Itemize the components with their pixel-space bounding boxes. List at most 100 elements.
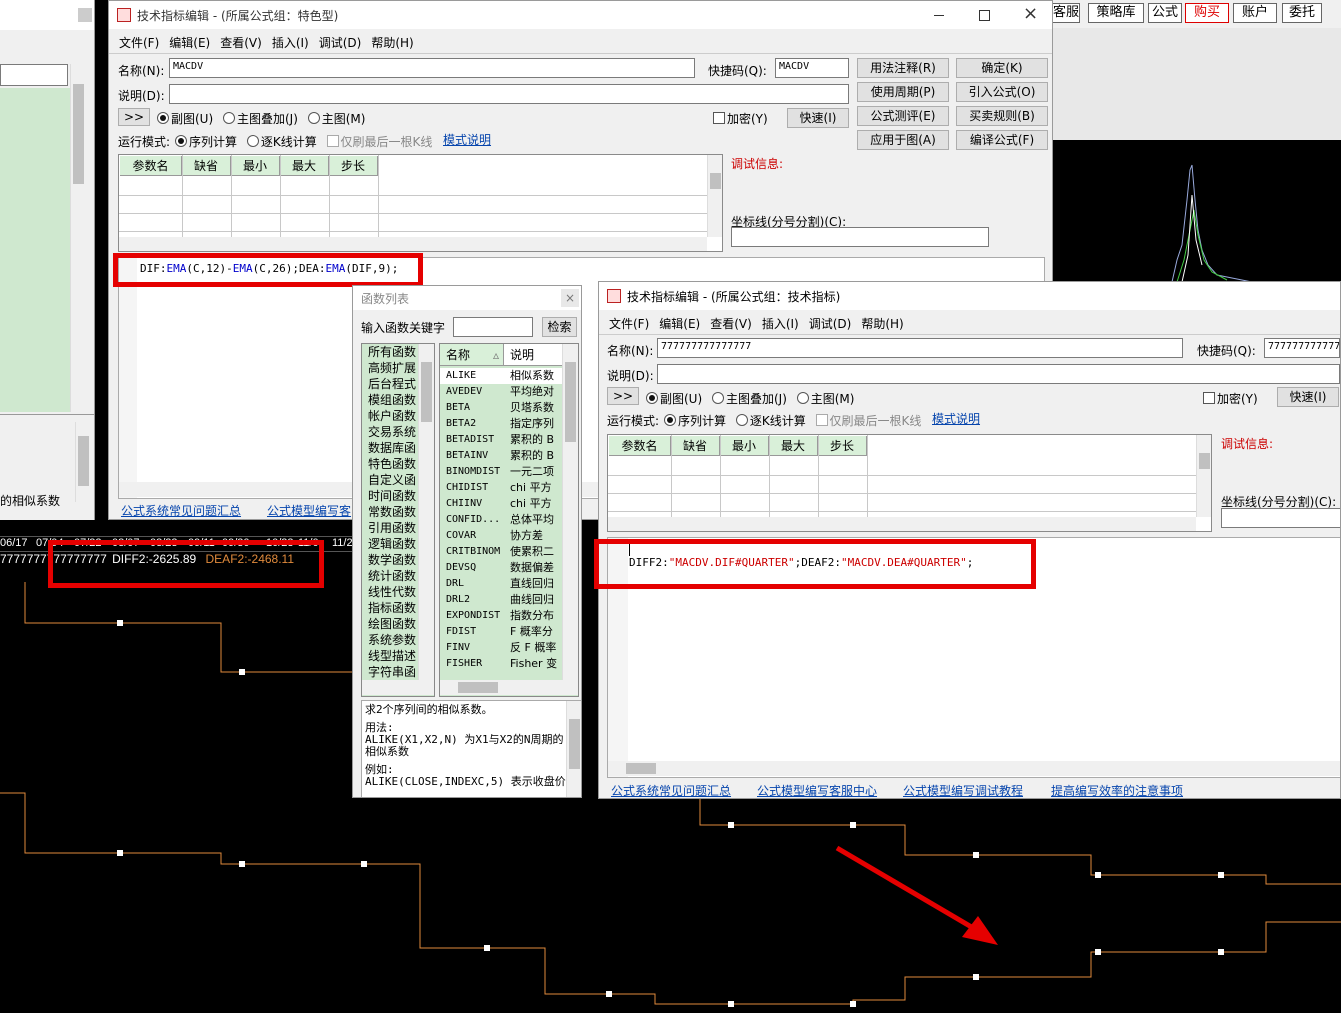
ok-button[interactable]: 确定(K)	[956, 58, 1048, 78]
refresh-last-checkbox[interactable]: 仅刷最后一根K线	[326, 135, 432, 149]
function-desc: 使累积二	[510, 545, 554, 558]
toolbar-button[interactable]: 客服	[1052, 3, 1080, 23]
desc-label: 说明(D):	[118, 89, 165, 103]
function-name: FISHER	[446, 658, 483, 669]
radio-kline-calc[interactable]: 逐K线计算	[735, 414, 806, 428]
function-row[interactable]: DRL2 曲线回归	[440, 592, 562, 608]
function-table[interactable]: 名称 ▵ 说明 ALIKE 相似系数 AVEDEV 平均绝对 BETA 贝塔系数 BETA2 指…	[439, 343, 579, 697]
function-desc: 相似系数	[510, 369, 554, 382]
name-input[interactable]: 777777777777777	[657, 338, 1183, 358]
code2-highlight-box	[594, 539, 1036, 589]
col-desc-header[interactable]: 说明	[504, 344, 562, 366]
menu-file[interactable]: 文件(F)	[609, 315, 649, 332]
radio-sequence-calc[interactable]: 序列计算	[175, 135, 237, 149]
function-row[interactable]: FDIST F 概率分	[440, 624, 562, 640]
function-row[interactable]: ALIKE 相似系数	[440, 368, 562, 384]
expand-button[interactable]: >>	[118, 108, 150, 126]
left-input[interactable]	[0, 64, 68, 86]
radio-main[interactable]: 主图(M)	[307, 112, 365, 126]
axis-lines-input[interactable]	[1221, 508, 1340, 528]
menu-view[interactable]: 查看(V)	[710, 315, 752, 332]
category-list[interactable]: 所有函数 高频扩展 后台程式 模组函数 帐户函数 交易系统 数据库函 特色函数 自定义函 时间函数…	[361, 343, 435, 697]
function-row[interactable]: BETAINV 累积的 B	[440, 448, 562, 464]
left-green-list[interactable]	[0, 88, 70, 412]
footer-link-efficiency[interactable]: 提高编写效率的注意事项	[1051, 782, 1183, 798]
function-row[interactable]: CHIDIST chi 平方	[440, 480, 562, 496]
function-desc: 指定序列	[510, 417, 554, 430]
import-formula-button[interactable]: 引入公式(O)	[956, 82, 1048, 102]
function-row[interactable]: FISHER Fisher 变	[440, 656, 562, 672]
function-row[interactable]: BETADIST 累积的 B	[440, 432, 562, 448]
desc-input[interactable]	[657, 364, 1340, 384]
function-row[interactable]: CRITBINOM 使累积二	[440, 544, 562, 560]
footer-link-service[interactable]: 公式模型编写客	[267, 502, 351, 519]
toolbar-button[interactable]: 公式	[1148, 3, 1182, 23]
mode-help-link[interactable]: 模式说明	[443, 131, 491, 148]
function-list-close-icon[interactable]: ×	[561, 289, 579, 307]
encrypt-checkbox[interactable]: 加密(Y)	[713, 110, 768, 127]
refresh-last-checkbox[interactable]: 仅刷最后一根K线	[815, 414, 921, 428]
usage-notes-button[interactable]: 用法注释(R)	[857, 58, 949, 78]
radio-subchart[interactable]: 副图(U)	[646, 392, 702, 406]
use-period-button[interactable]: 使用周期(P)	[857, 82, 949, 102]
col-name-header[interactable]: 名称 ▵	[440, 344, 504, 366]
footer-link-service[interactable]: 公式模型编写客服中心	[757, 782, 877, 798]
radio-main-overlay[interactable]: 主图叠加(J)	[222, 112, 298, 126]
encrypt-checkbox[interactable]: 加密(Y)	[1203, 390, 1258, 407]
expand-button[interactable]: >>	[607, 387, 639, 405]
function-row[interactable]: BETA2 指定序列	[440, 416, 562, 432]
menu-debug[interactable]: 调试(D)	[809, 315, 852, 332]
menu-file[interactable]: 文件(F)	[119, 34, 159, 51]
function-row[interactable]: BINOMDIST 一元二项	[440, 464, 562, 480]
menu-insert[interactable]: 插入(I)	[762, 315, 799, 332]
function-name: AVEDEV	[446, 386, 483, 397]
footer-link-faq[interactable]: 公式系统常见问题汇总	[611, 782, 731, 798]
radio-main-overlay[interactable]: 主图叠加(J)	[711, 392, 787, 406]
mode-help-link[interactable]: 模式说明	[932, 410, 980, 427]
function-row[interactable]: COVAR 协方差	[440, 528, 562, 544]
radio-subchart[interactable]: 副图(U)	[157, 112, 213, 126]
maximize-icon[interactable]	[979, 10, 990, 21]
menu-debug[interactable]: 调试(D)	[319, 34, 362, 51]
menu-help[interactable]: 帮助(H)	[861, 315, 903, 332]
menu-insert[interactable]: 插入(I)	[272, 34, 309, 51]
name-input[interactable]: MACDV	[169, 58, 695, 78]
toolbar-button[interactable]: 委托	[1282, 3, 1322, 23]
toolbar-button[interactable]: 策略库	[1088, 3, 1144, 23]
search-button[interactable]: 检索	[542, 317, 577, 337]
function-row[interactable]: EXPONDIST 指数分布	[440, 608, 562, 624]
function-row[interactable]: CHIINV chi 平方	[440, 496, 562, 512]
menu-edit[interactable]: 编辑(E)	[169, 34, 210, 51]
apply-to-chart-button[interactable]: 应用于图(A)	[857, 130, 949, 150]
shortcut-input[interactable]: 777777777777	[1264, 338, 1340, 358]
menu-help[interactable]: 帮助(H)	[371, 34, 413, 51]
param-table[interactable]: 参数名 缺省 最小 最大 步长	[118, 154, 723, 252]
minimize-icon[interactable]	[934, 15, 944, 16]
keyword-input[interactable]	[453, 317, 533, 337]
function-row[interactable]: AVEDEV 平均绝对	[440, 384, 562, 400]
axis-lines-input[interactable]	[731, 227, 989, 247]
radio-kline-calc[interactable]: 逐K线计算	[246, 135, 317, 149]
menu-edit[interactable]: 编辑(E)	[659, 315, 700, 332]
compile-formula-button[interactable]: 编译公式(F)	[956, 130, 1048, 150]
param-table[interactable]: 参数名 缺省 最小 最大 步长	[607, 434, 1212, 532]
footer-link-faq[interactable]: 公式系统常见问题汇总	[121, 502, 241, 519]
quick-button[interactable]: 快速(I)	[1277, 387, 1339, 407]
function-row[interactable]: DEVSQ 数据偏差	[440, 560, 562, 576]
function-row[interactable]: BETA 贝塔系数	[440, 400, 562, 416]
menu-view[interactable]: 查看(V)	[220, 34, 262, 51]
formula-evaluate-button[interactable]: 公式测评(E)	[857, 106, 949, 126]
desc-input[interactable]	[169, 84, 849, 104]
toolbar-button[interactable]: 购买	[1185, 3, 1229, 23]
function-row[interactable]: DRL 直线回归	[440, 576, 562, 592]
radio-main[interactable]: 主图(M)	[796, 392, 854, 406]
quick-button[interactable]: 快速(I)	[787, 108, 849, 128]
function-row[interactable]: FINV 反 F 概率	[440, 640, 562, 656]
function-row[interactable]: CONFID... 总体平均	[440, 512, 562, 528]
toolbar-button[interactable]: 账户	[1233, 3, 1277, 23]
trade-rules-button[interactable]: 买卖规则(B)	[956, 106, 1048, 126]
shortcut-input[interactable]: MACDV	[775, 58, 849, 78]
radio-sequence-calc[interactable]: 序列计算	[664, 414, 726, 428]
close-icon[interactable]: ×	[1023, 3, 1038, 24]
footer-link-tutorial[interactable]: 公式模型编写调试教程	[903, 782, 1023, 798]
